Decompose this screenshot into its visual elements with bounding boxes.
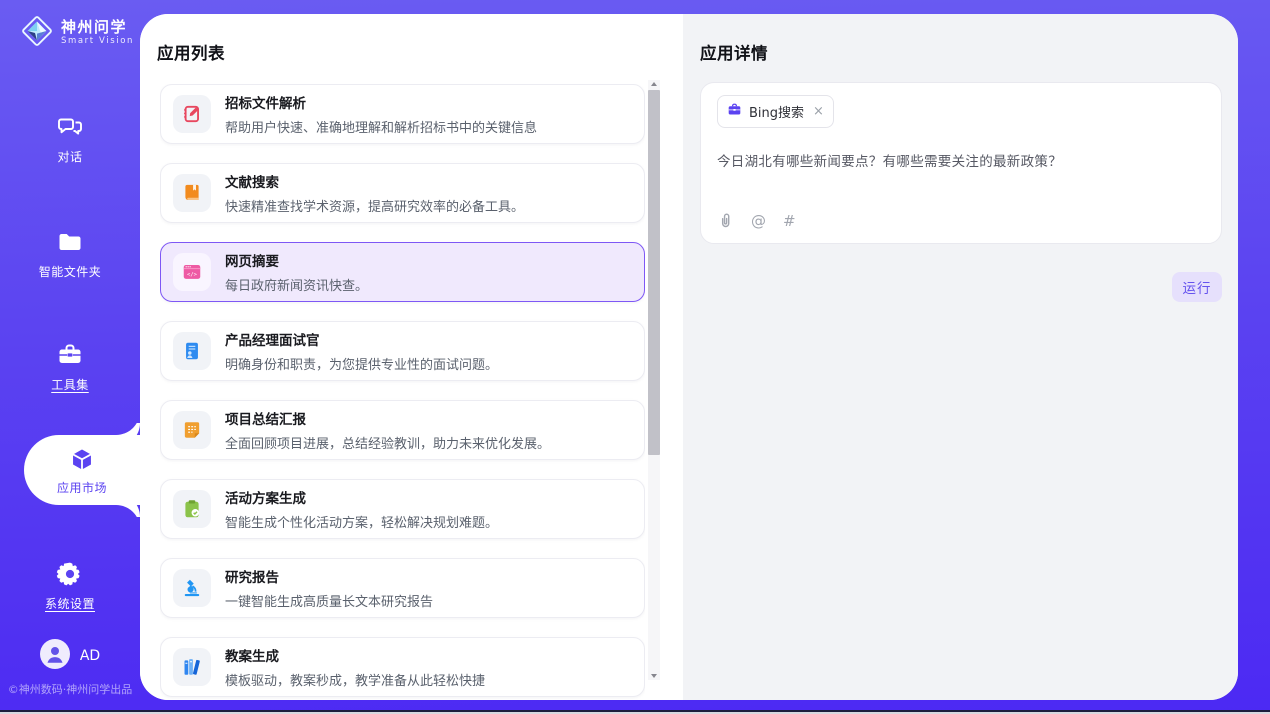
app-item-description: 帮助用户快速、准确地理解和解析招标书中的关键信息 bbox=[225, 117, 537, 136]
app-item-title: 活动方案生成 bbox=[225, 487, 498, 507]
tool-tag-label: Bing搜索 bbox=[749, 102, 804, 121]
avatar bbox=[40, 639, 70, 673]
book-icon bbox=[173, 174, 211, 212]
app-item-description: 一键智能生成高质量长文本研究报告 bbox=[225, 591, 433, 610]
books-icon bbox=[173, 648, 211, 686]
app-list-item[interactable]: 产品经理面试官明确身份和职责，为您提供专业性的面试问题。 bbox=[160, 321, 645, 381]
resume-person-icon bbox=[173, 332, 211, 370]
diamond-logo-icon bbox=[20, 14, 54, 52]
app-item-description: 快速精准查找学术资源，提高研究效率的必备工具。 bbox=[225, 196, 524, 215]
app-list-item[interactable]: 教案生成模板驱动，教案秒成，教学准备从此轻松快捷 bbox=[160, 637, 645, 697]
chat-icon bbox=[56, 112, 84, 142]
app-item-description: 智能生成个性化活动方案，轻松解决规划难题。 bbox=[225, 512, 498, 531]
sidebar-item-label: 工具集 bbox=[51, 376, 89, 393]
app-list-item[interactable]: 项目总结汇报全面回顾项目进展，总结经验教训，助力未来优化发展。 bbox=[160, 400, 645, 460]
at-icon[interactable]: @ bbox=[751, 214, 766, 229]
app-list-item[interactable]: </> 网页摘要每日政府新闻资讯快查。 bbox=[160, 242, 645, 302]
hash-icon[interactable]: # bbox=[783, 214, 796, 229]
scrollbar-thumb[interactable] bbox=[648, 90, 660, 455]
scroll-down-icon[interactable] bbox=[648, 671, 660, 681]
app-list: 招标文件解析帮助用户快速、准确地理解和解析招标书中的关键信息文献搜索快速精准查找… bbox=[160, 84, 645, 700]
cube-icon bbox=[67, 445, 97, 475]
composer-card[interactable]: Bing搜索 × 今日湖北有哪些新闻要点？有哪些需要关注的最新政策？ @ # bbox=[700, 82, 1222, 244]
app-detail-title: 应用详情 bbox=[700, 40, 1238, 64]
sidebar-item-system-settings[interactable]: 系统设置 bbox=[45, 559, 95, 612]
notebook-edit-icon bbox=[173, 95, 211, 133]
prompt-input[interactable]: 今日湖北有哪些新闻要点？有哪些需要关注的最新政策？ bbox=[717, 150, 1205, 170]
notes-icon bbox=[173, 411, 211, 449]
briefcase-icon bbox=[727, 102, 742, 121]
composer-toolbar: @ # bbox=[717, 211, 796, 231]
gear-icon bbox=[56, 559, 84, 589]
app-item-description: 全面回顾项目进展，总结经验教训，助力未来优化发展。 bbox=[225, 433, 550, 452]
app-item-description: 明确身份和职责，为您提供专业性的面试问题。 bbox=[225, 354, 498, 373]
sidebar-item-toolbox[interactable]: 工具集 bbox=[51, 340, 89, 393]
app-item-title: 产品经理面试官 bbox=[225, 329, 498, 349]
scroll-up-icon[interactable] bbox=[648, 79, 660, 89]
user-chip[interactable]: AD bbox=[40, 639, 100, 673]
copyright-text: ©神州数码·神州问学出品 bbox=[8, 681, 133, 697]
app-item-title: 网页摘要 bbox=[225, 250, 368, 270]
app-list-item[interactable]: 研究报告一键智能生成高质量长文本研究报告 bbox=[160, 558, 645, 618]
toolbox-icon bbox=[56, 340, 84, 370]
app-list-item[interactable]: 活动方案生成智能生成个性化活动方案，轻松解决规划难题。 bbox=[160, 479, 645, 539]
app-item-description: 模板驱动，教案秒成，教学准备从此轻松快捷 bbox=[225, 670, 485, 689]
sidebar-item-chat[interactable]: 对话 bbox=[56, 112, 84, 165]
microscope-icon bbox=[173, 569, 211, 607]
brand-logo: 神州问学 Smart Vision bbox=[0, 0, 134, 51]
app-item-title: 项目总结汇报 bbox=[225, 408, 550, 428]
app-item-title: 研究报告 bbox=[225, 566, 433, 586]
sidebar-item-smart-folder[interactable]: 智能文件夹 bbox=[39, 227, 102, 280]
app-item-description: 每日政府新闻资讯快查。 bbox=[225, 275, 368, 294]
run-button[interactable]: 运行 bbox=[1172, 272, 1222, 302]
tag-close-icon[interactable]: × bbox=[813, 105, 824, 118]
sidebar-item-label: 系统设置 bbox=[45, 595, 95, 612]
tool-tag-bing-search[interactable]: Bing搜索 × bbox=[717, 95, 834, 128]
sidebar-item-label: 对话 bbox=[57, 148, 82, 165]
app-list-item[interactable]: 文献搜索快速精准查找学术资源，提高研究效率的必备工具。 bbox=[160, 163, 645, 223]
app-list-item[interactable]: 招标文件解析帮助用户快速、准确地理解和解析招标书中的关键信息 bbox=[160, 84, 645, 144]
sidebar-item-label: 应用市场 bbox=[57, 479, 107, 496]
brand-name: 神州问学 bbox=[61, 19, 134, 36]
app-item-title: 招标文件解析 bbox=[225, 92, 537, 112]
app-list-title: 应用列表 bbox=[157, 40, 683, 64]
sidebar: 神州问学 Smart Vision 对话智能文件夹工具集应用市场系统设置 AD … bbox=[0, 0, 140, 710]
sidebar-item-app-market[interactable]: 应用市场 bbox=[24, 435, 140, 505]
sidebar-item-label: 智能文件夹 bbox=[39, 263, 102, 280]
svg-text:</>: </> bbox=[187, 272, 198, 278]
app-list-scrollbar[interactable] bbox=[648, 80, 660, 680]
app-detail-panel: 应用详情 Bing搜索 × 今日湖北有哪些新闻要点？有哪些需要关注的最新政 bbox=[683, 14, 1238, 700]
brand-subtitle: Smart Vision bbox=[61, 37, 134, 47]
app-item-title: 教案生成 bbox=[225, 645, 485, 665]
sidebar-nav: 对话智能文件夹工具集应用市场系统设置 bbox=[0, 51, 140, 639]
app-window: 神州问学 Smart Vision 对话智能文件夹工具集应用市场系统设置 AD … bbox=[0, 0, 1270, 714]
user-initials: AD bbox=[80, 648, 100, 664]
folder-icon bbox=[56, 227, 84, 257]
app-list-panel: 应用列表 招标文件解析帮助用户快速、准确地理解和解析招标书中的关键信息文献搜索快… bbox=[140, 14, 683, 700]
browser-code-icon: </> bbox=[173, 253, 211, 291]
clipboard-check-icon bbox=[173, 490, 211, 528]
app-item-title: 文献搜索 bbox=[225, 171, 524, 191]
paperclip-icon[interactable] bbox=[717, 211, 734, 231]
main-container: 应用列表 招标文件解析帮助用户快速、准确地理解和解析招标书中的关键信息文献搜索快… bbox=[140, 14, 1238, 700]
